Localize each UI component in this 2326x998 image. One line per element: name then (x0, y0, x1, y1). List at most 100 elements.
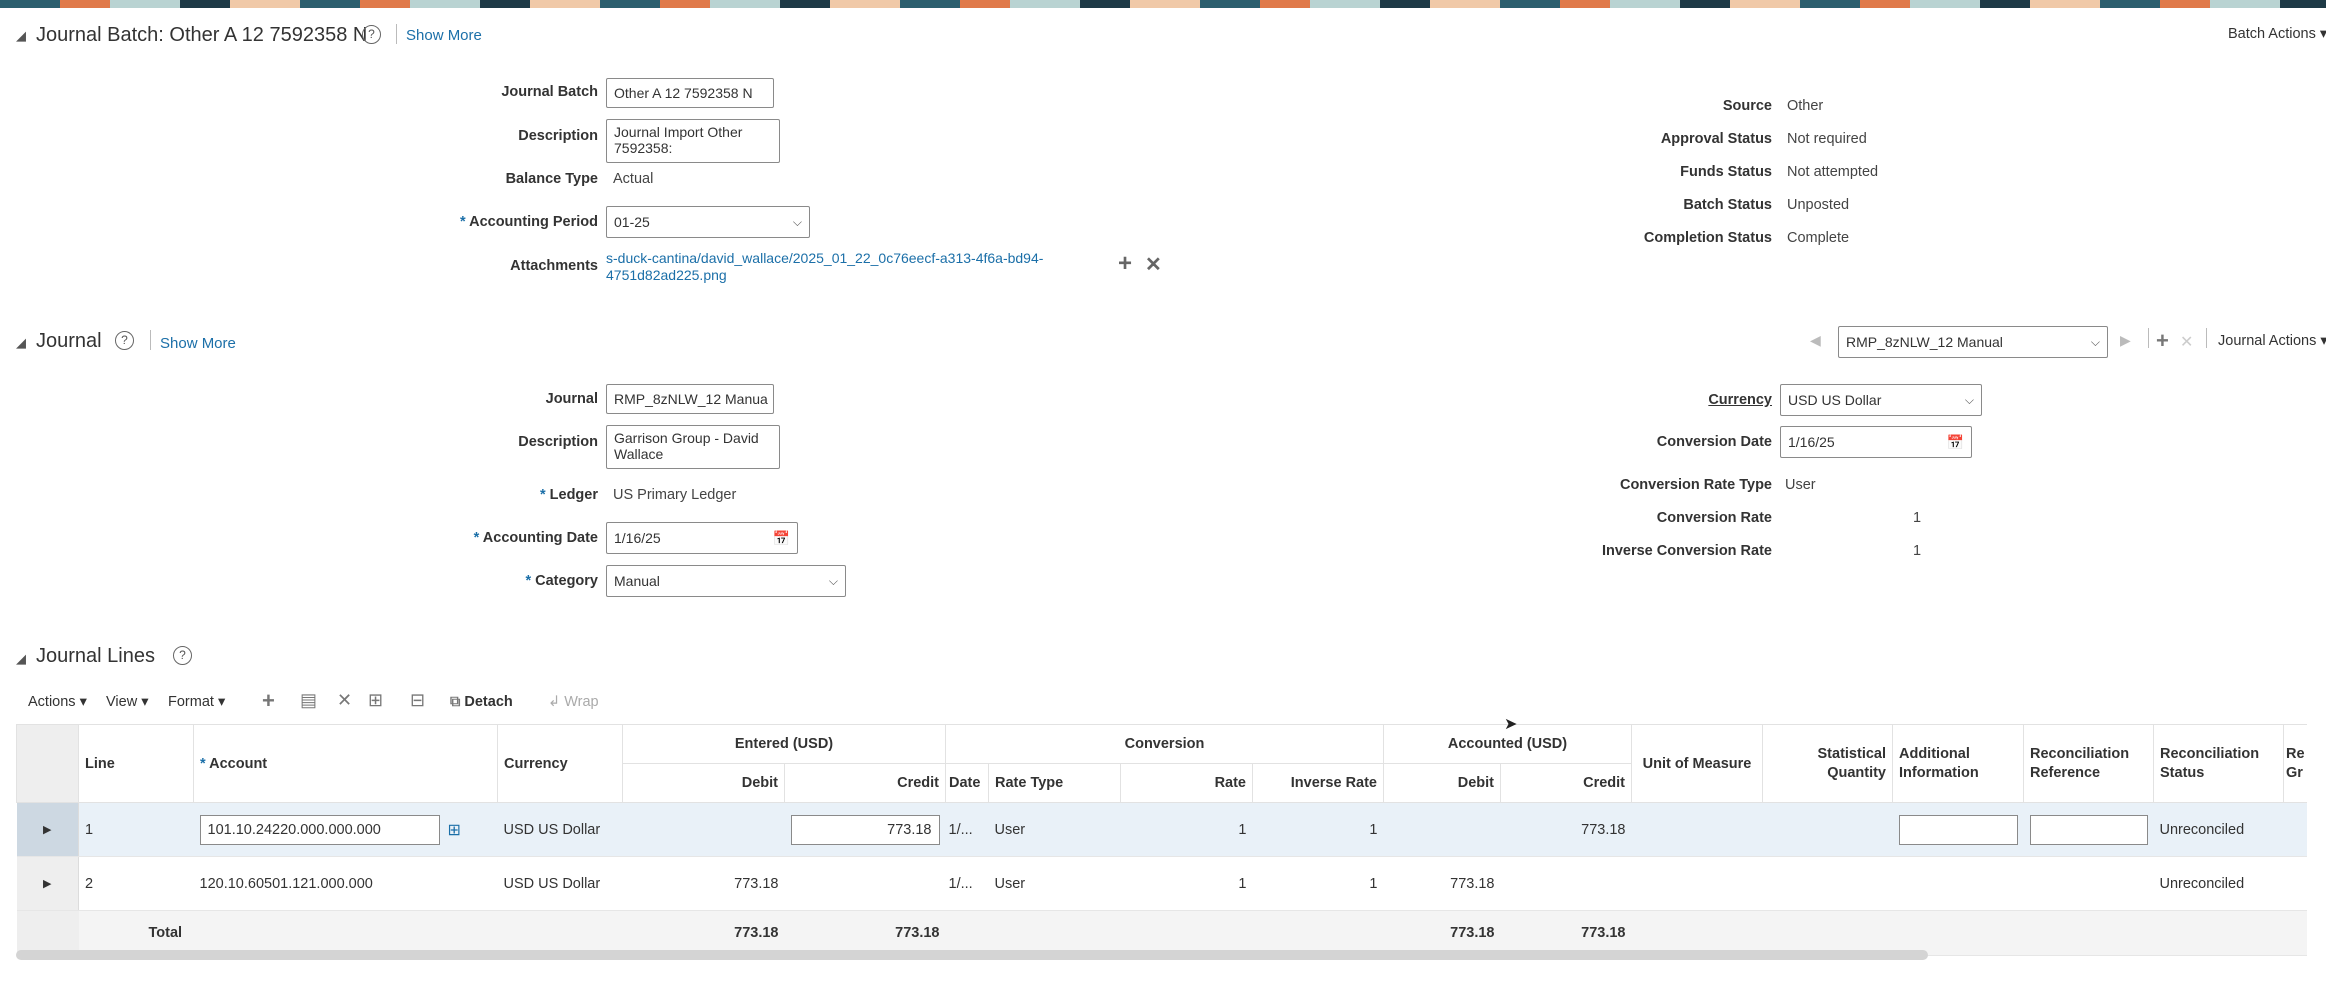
expand-row-icon[interactable]: ▶ (16, 802, 79, 857)
accounting-period-select[interactable]: 01-25 ⌵ (606, 206, 810, 238)
statistical-quantity-cell[interactable] (1762, 856, 1893, 911)
currency-cell: USD US Dollar (497, 856, 623, 911)
accounting-date-input[interactable]: 1/16/25 📅 (606, 522, 798, 554)
reconciliation-reference-input[interactable] (2029, 814, 2148, 845)
col-account[interactable]: * Account (193, 724, 498, 803)
line-number: 1 (78, 802, 194, 857)
divider (396, 24, 397, 44)
split-icon[interactable]: ⊞ (368, 690, 383, 711)
next-journal-icon[interactable]: ▶ (2120, 332, 2131, 349)
wrap-button[interactable]: ↲ Wrap (548, 694, 599, 710)
view-menu[interactable]: View ▾ (106, 694, 148, 710)
col-rate[interactable]: Rate (1120, 763, 1253, 803)
col-rate-type[interactable]: Rate Type (988, 763, 1121, 803)
calendar-icon[interactable]: 📅 (773, 530, 790, 547)
freeze-icon[interactable]: ⊟ (410, 690, 425, 711)
col-accounted-debit[interactable]: Debit (1383, 763, 1501, 803)
lines-help-icon[interactable]: ? (173, 646, 192, 665)
add-row-icon[interactable]: + (262, 688, 275, 714)
reconciliation-status-cell: Unreconciled (2153, 856, 2284, 911)
reconciliation-reference-cell[interactable] (2023, 856, 2154, 911)
accounted-debit-cell (1383, 802, 1501, 857)
additional-information-cell[interactable] (1892, 856, 2024, 911)
date-cell: 1/... (945, 856, 989, 911)
batch-show-more-link[interactable]: Show More (406, 27, 482, 44)
account-cell[interactable]: 120.10.60501.121.000.000 (193, 856, 498, 911)
col-accounted-credit[interactable]: Credit (1500, 763, 1632, 803)
chevron-down-icon: ⌵ (2090, 334, 2100, 349)
col-reconciliation-reference[interactable]: Reconciliation Reference (2023, 724, 2154, 803)
reconciliation-status-cell: Unreconciled (2153, 802, 2284, 857)
unit-of-measure-cell[interactable] (1631, 856, 1763, 911)
total-entered-debit: 773.18 (622, 910, 785, 956)
table-row[interactable]: ▶ 2 120.10.60501.121.000.000 USD US Doll… (16, 856, 2307, 911)
col-unit-of-measure[interactable]: Unit of Measure (1631, 724, 1763, 803)
journal-batch-input[interactable]: Other A 12 7592358 N (606, 78, 774, 108)
batch-description-input[interactable]: Journal Import Other 7592358: (606, 119, 780, 163)
attachment-link[interactable]: s-duck-cantina/david_wallace/2025_01_22_… (606, 250, 1043, 284)
currency-select[interactable]: USD US Dollar ⌵ (1780, 384, 1982, 416)
total-accounted-debit: 773.18 (1383, 910, 1501, 956)
calendar-icon[interactable]: 📅 (1947, 434, 1964, 451)
divider (150, 330, 151, 350)
table-row[interactable]: ▶ 1 101.10.24220.000.000.000 ⊞ USD US Do… (16, 802, 2307, 857)
duplicate-icon[interactable]: ▤ (300, 690, 317, 711)
collapse-lines-icon[interactable]: ◢ (16, 651, 26, 667)
journal-selector[interactable]: RMP_8zNLW_12 Manual ⌵ (1838, 326, 2108, 358)
category-select[interactable]: Manual ⌵ (606, 565, 846, 597)
batch-status-value: Unposted (1787, 197, 1850, 213)
batch-actions-menu[interactable]: Batch Actions ▾ (2228, 26, 2326, 42)
add-attachment-icon[interactable]: + (1118, 250, 1132, 278)
expand-row-icon[interactable]: ▶ (16, 856, 79, 911)
format-menu[interactable]: Format ▾ (168, 694, 225, 710)
col-currency[interactable]: Currency (497, 724, 623, 803)
horizontal-scrollbar[interactable] (16, 950, 1928, 960)
delete-journal-icon[interactable]: ✕ (2180, 332, 2193, 352)
journal-name-input[interactable]: RMP_8zNLW_12 Manua (606, 384, 774, 414)
previous-journal-icon[interactable]: ◀ (1810, 332, 1821, 349)
journal-title: Journal (36, 330, 102, 352)
col-entered-debit[interactable]: Debit (622, 763, 785, 803)
col-reconciliation-status[interactable]: Reconciliation Status (2153, 724, 2284, 803)
source-value: Other (1787, 98, 1824, 114)
conversion-rate-type-value: User (1785, 477, 1816, 493)
journal-help-icon[interactable]: ? (115, 331, 134, 350)
account-input[interactable]: 101.10.24220.000.000.000 (199, 814, 440, 845)
entered-debit-cell[interactable]: 773.18 (622, 856, 785, 911)
unit-of-measure-cell[interactable] (1631, 802, 1763, 857)
additional-information-input[interactable] (1898, 814, 2018, 845)
rate-cell: 1 (1120, 802, 1253, 857)
statistical-quantity-cell[interactable] (1762, 802, 1893, 857)
actions-menu[interactable]: Actions ▾ (28, 694, 87, 710)
col-line[interactable]: Line (78, 724, 194, 803)
journal-actions-menu[interactable]: Journal Actions ▾ (2218, 333, 2326, 349)
col-additional-information[interactable]: Additional Information (1892, 724, 2024, 803)
account-lookup-icon[interactable]: ⊞ (448, 820, 461, 840)
col-inverse-rate[interactable]: Inverse Rate (1252, 763, 1384, 803)
conversion-date-input[interactable]: 1/16/25 📅 (1780, 426, 1972, 458)
col-statistical-quantity[interactable]: Statistical Quantity (1762, 724, 1893, 803)
batch-help-icon[interactable]: ? (362, 25, 381, 44)
collapse-journal-icon[interactable]: ◢ (16, 335, 26, 351)
completion-status-label: Completion Status (1643, 230, 1772, 246)
total-entered-credit: 773.18 (784, 910, 946, 956)
journal-show-more-link[interactable]: Show More (160, 335, 236, 352)
detach-button[interactable]: ⧉ Detach (450, 694, 513, 710)
delete-row-icon[interactable]: ✕ (337, 690, 352, 711)
col-truncated[interactable]: Re Gr (2282, 724, 2307, 803)
entered-debit-cell[interactable] (622, 802, 785, 857)
date-cell: 1/... (945, 802, 989, 857)
col-date[interactable]: Date (945, 763, 989, 803)
rate-type-cell: User (988, 856, 1121, 911)
collapse-batch-icon[interactable]: ◢ (16, 28, 26, 44)
journal-description-input[interactable]: Garrison Group - David Wallace (606, 425, 780, 469)
col-entered-credit[interactable]: Credit (784, 763, 946, 803)
completion-status-value: Complete (1787, 230, 1850, 246)
entered-credit-cell[interactable] (784, 856, 946, 911)
inverse-rate-cell: 1 (1252, 802, 1384, 857)
remove-attachment-icon[interactable]: ✕ (1145, 252, 1162, 277)
funds-status-value: Not attempted (1787, 164, 1879, 180)
attachments-label: Attachments (510, 258, 598, 274)
add-journal-icon[interactable]: + (2156, 328, 2169, 354)
entered-credit-input[interactable]: 773.18 (790, 814, 940, 845)
